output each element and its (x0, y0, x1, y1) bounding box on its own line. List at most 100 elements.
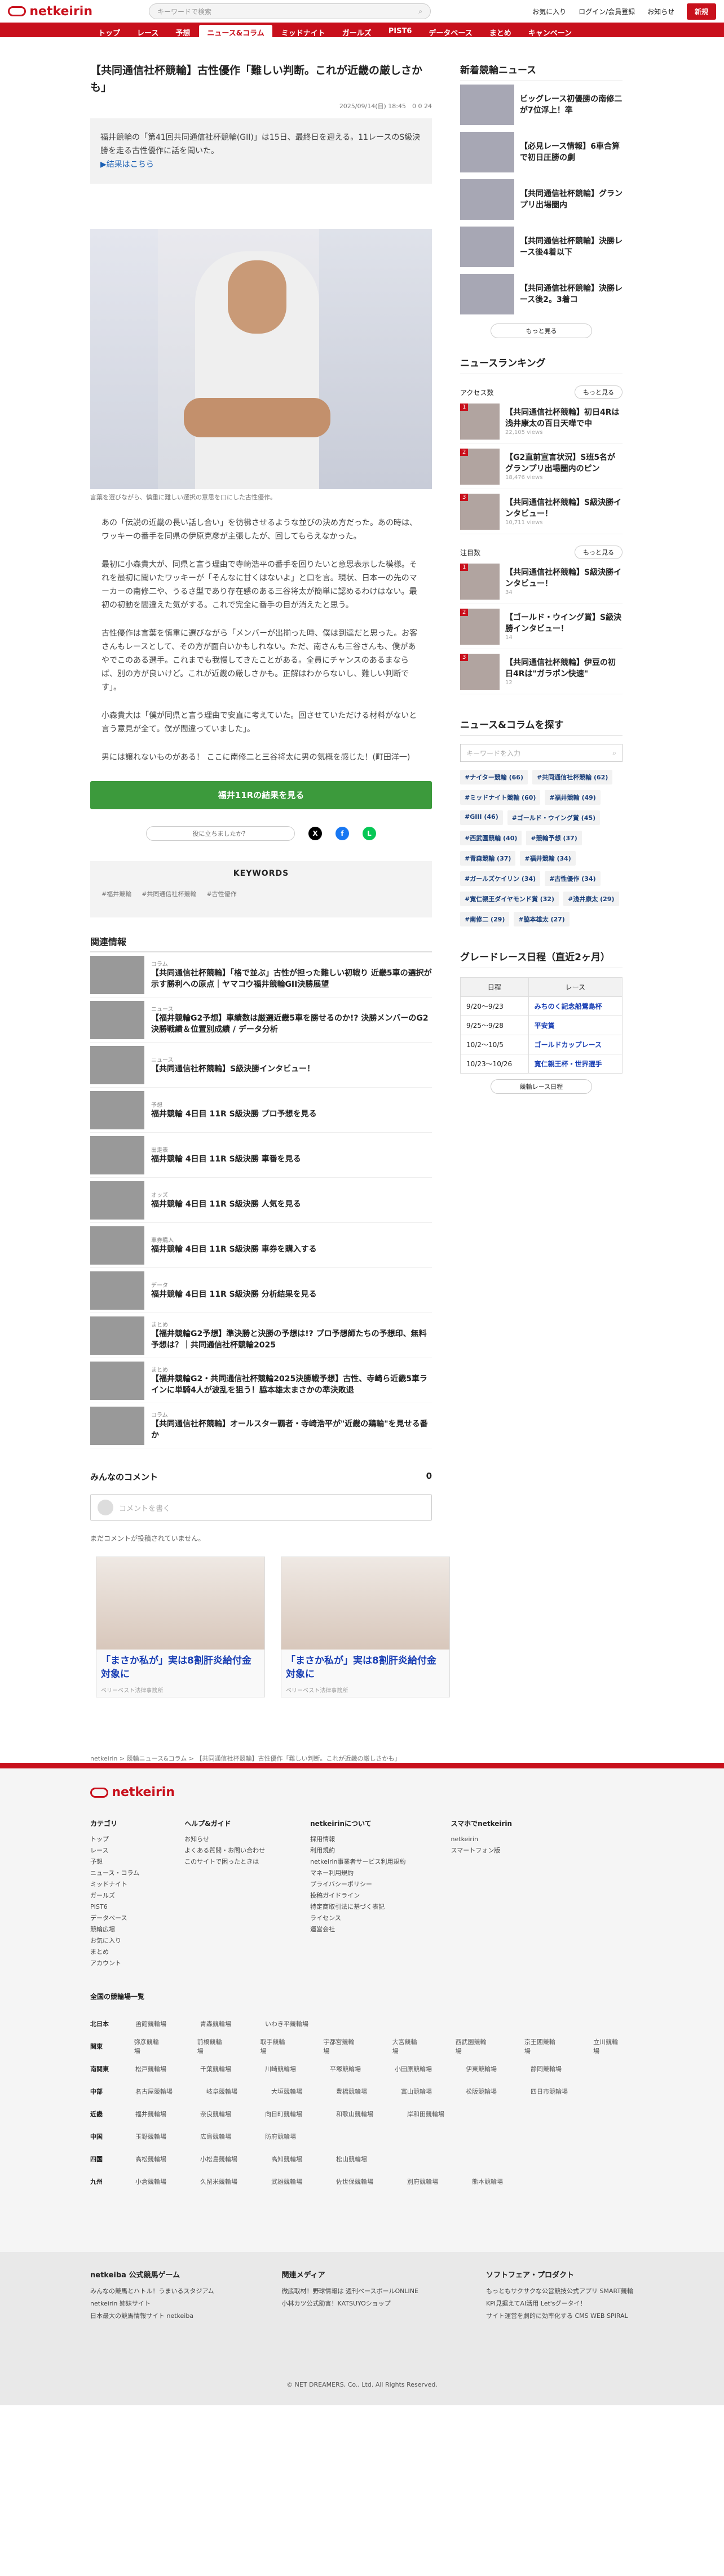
ad-card[interactable]: 「まさか私が」実は8割肝炎給付金対象に ベリーベスト法律事務所 (281, 1557, 450, 1697)
more-news-button[interactable]: もっと見る (491, 323, 592, 338)
velodrome-link[interactable]: 松阪競輪場 (466, 2087, 497, 2096)
keyword-tag[interactable]: #古性優作 (206, 889, 236, 898)
related-title-text[interactable]: 【福井競輪G2予想】準決勝と決勝の予想は!? プロ予想師たちの予想印、無料予想は… (151, 1328, 432, 1351)
ranking-title[interactable]: 【G2直前宣言状況】S班5名がグランプリ出場圏内のピン (505, 452, 623, 475)
ranking-item[interactable]: 2 【ゴールド・ウイング賞】S級決勝インタビュー！ 14 (460, 604, 623, 649)
footer-link[interactable]: お気に入り (90, 1935, 139, 1947)
velodrome-link[interactable]: 豊橋競輪場 (336, 2087, 367, 2096)
related-title-text[interactable]: 【共同通信社杯競輪】オールスター覇者・寺崎浩平が"近畿の鶏輪"を見せる番か (151, 1418, 432, 1441)
related-item[interactable]: 予想 福井競輪 4日目 11R S級決勝 プロ予想を見る (90, 1088, 432, 1133)
velodrome-link[interactable]: 伊東競輪場 (466, 2064, 497, 2073)
tag-link[interactable]: #浅井康太 (29) (563, 892, 619, 906)
ad-title[interactable]: 「まさか私が」実は8割肝炎給付金対象に (96, 1650, 264, 1686)
premium-button[interactable]: 新規 (686, 3, 716, 20)
tag-link[interactable]: #青森競輪 (37) (460, 851, 516, 866)
velodrome-link[interactable]: 佐世保競輪場 (336, 2177, 373, 2186)
footer-link[interactable]: お知らせ (184, 1834, 265, 1845)
helpful-button[interactable]: 役に立ちましたか？ (146, 826, 295, 841)
tag-link[interactable]: #古性優作 (34) (545, 871, 601, 886)
footer-media-link[interactable]: もっともサクサクな公営競技公式アプリ SMART競輪 (486, 2285, 633, 2298)
footer-link[interactable]: netkeirin事業者サービス利用規約 (310, 1856, 405, 1868)
velodrome-link[interactable]: 松山競輪場 (336, 2154, 367, 2163)
grade-race[interactable]: 平安賞 (528, 1016, 623, 1035)
nav-item[interactable]: 予想 (167, 25, 198, 38)
related-item[interactable]: オッズ 福井競輪 4日目 11R S級決勝 人気を見る (90, 1178, 432, 1223)
grade-race[interactable]: ゴールドカップレース (528, 1035, 623, 1054)
footer-link[interactable]: PIST6 (90, 1901, 139, 1913)
related-title-text[interactable]: 福井競輪 4日目 11R S級決勝 プロ予想を見る (151, 1109, 317, 1120)
velodrome-link[interactable]: 別府競輪場 (407, 2177, 438, 2186)
news-title[interactable]: 【共同通信社杯競輪】決勝レース後4着以下 (520, 236, 623, 258)
related-item[interactable]: ニュース 【福井競輪G2予想】車績数は厳選近畿5車を勝せるのか!? 決勝メンバーの… (90, 997, 432, 1043)
velodrome-link[interactable]: 名古屋競輪場 (135, 2087, 173, 2096)
velodrome-link[interactable]: 前橋競輪場 (197, 2037, 227, 2055)
ranking-item[interactable]: 2 【G2直前宣言状況】S班5名がグランプリ出場圏内のピン 18,476 views (460, 444, 623, 489)
footer-media-link[interactable]: 日本最大の競馬情報サイト netkeiba (90, 2310, 214, 2322)
velodrome-link[interactable]: 千葉競輪場 (200, 2064, 231, 2073)
velodrome-link[interactable]: 川崎競輪場 (265, 2064, 296, 2073)
tag-link[interactable]: #ミッドナイト競輪 (60) (460, 790, 541, 805)
velodrome-link[interactable]: 静岡競輪場 (531, 2064, 562, 2073)
nav-item[interactable]: トップ (90, 25, 128, 38)
related-title-text[interactable]: 【共同通信社杯競輪】「格で並ぶ」古性が担った難しい初戦り 近畿5車の選択が示す勝… (151, 968, 432, 990)
velodrome-link[interactable]: 四日市競輪場 (531, 2087, 568, 2096)
ranking-title[interactable]: 【共同通信社杯競輪】S級決勝インタビュー！ (505, 497, 623, 520)
facebook-share-icon[interactable]: f (335, 827, 349, 840)
related-title-text[interactable]: 【福井競輪G2予想】車績数は厳選近畿5車を勝せるのか!? 決勝メンバーのG2決勝… (151, 1013, 432, 1035)
footer-logo[interactable]: netkeirin (90, 1785, 175, 1799)
footer-link[interactable]: レース (90, 1845, 139, 1856)
news-title[interactable]: 【共同通信社杯競輪】グランプリ出場圏内 (520, 188, 623, 211)
related-item[interactable]: コラム 【共同通信社杯競輪】オールスター覇者・寺崎浩平が"近畿の鶏輪"を見せる番か (90, 1403, 432, 1448)
velodrome-link[interactable]: 和歌山競輪場 (336, 2109, 373, 2118)
velodrome-link[interactable]: 熊本競輪場 (472, 2177, 503, 2186)
keyword-tag[interactable]: #福井競輪 (101, 889, 131, 898)
velodrome-link[interactable]: 大垣競輪場 (271, 2087, 302, 2096)
tag-link[interactable]: #ナイター競輪 (66) (460, 770, 528, 784)
velodrome-link[interactable]: 奈良競輪場 (200, 2109, 231, 2118)
tag-link[interactable]: #福井競輪 (49) (545, 790, 601, 805)
tag-link[interactable]: #寛仁親王ダイヤモンド賞 (32) (460, 892, 559, 906)
related-title-text[interactable]: 福井競輪 4日目 11R S級決勝 車番を見る (151, 1154, 301, 1165)
footer-link[interactable]: 利用規約 (310, 1845, 405, 1856)
keyword-tag[interactable]: #共同通信社杯競輪 (142, 889, 196, 898)
related-item[interactable]: コラム 【共同通信社杯競輪】「格で並ぶ」古性が担った難しい初戦り 近畿5車の選択が… (90, 952, 432, 997)
related-title-text[interactable]: 福井競輪 4日目 11R S級決勝 分析結果を見る (151, 1289, 317, 1300)
related-item[interactable]: まとめ 【福井競輪G2・共同通信社杯競輪2025決勝戦予想】古性、寺崎ら近畿5車ラ… (90, 1358, 432, 1403)
ranking-more-button[interactable]: もっと見る (575, 385, 623, 399)
news-item[interactable]: 【共同通信社杯競輪】決勝レース後2。3着コ (460, 271, 623, 318)
footer-link[interactable]: 採用情報 (310, 1834, 405, 1845)
related-item[interactable]: データ 福井競輪 4日目 11R S級決勝 分析結果を見る (90, 1268, 432, 1313)
velodrome-link[interactable]: いわき平競輪場 (265, 2019, 308, 2028)
tag-link[interactable]: #南修二 (29) (460, 912, 510, 926)
news-item[interactable]: ビッグレース初優勝の南修二が7位浮上！準 (460, 81, 623, 128)
footer-link[interactable]: 予想 (90, 1856, 139, 1868)
velodrome-link[interactable]: 小田原競輪場 (395, 2064, 432, 2073)
ranking-item[interactable]: 1 【共同通信社杯競輪】初日4Rは浅井康太の百日天嘩で中 22,105 views (460, 399, 623, 444)
velodrome-link[interactable]: 宇都宮競輪場 (323, 2037, 358, 2055)
related-item[interactable]: ニュース 【共同通信社杯競輪】S級決勝インタビュー！ (90, 1043, 432, 1088)
news-title[interactable]: 【必見レース情報】6車合算で初日圧勝の劇 (520, 141, 623, 163)
velodrome-link[interactable]: 取手競輪場 (261, 2037, 290, 2055)
velodrome-link[interactable]: 小倉競輪場 (135, 2177, 166, 2186)
footer-link[interactable]: 運営会社 (310, 1924, 405, 1935)
footer-media-link[interactable]: みんなの競馬とハトル！うまいるスタジアム (90, 2285, 214, 2298)
grade-race[interactable]: みちのく記念船鶯島杯 (528, 996, 623, 1016)
search-input[interactable]: キーワードで検索 ⌕ (149, 3, 431, 19)
news-title[interactable]: 【共同通信社杯競輪】決勝レース後2。3着コ (520, 283, 623, 305)
footer-link[interactable]: 投稿ガイドライン (310, 1890, 405, 1901)
tag-link[interactable]: #ゴールド・ウイング賞 (45) (507, 810, 601, 825)
ranking-item[interactable]: 3 【共同通信社杯競輪】伊豆の初日4Rは"ガラポン快速" 12 (460, 649, 623, 694)
velodrome-link[interactable]: 久留米競輪場 (200, 2177, 237, 2186)
related-item[interactable]: 出走表 福井競輪 4日目 11R S級決勝 車番を見る (90, 1133, 432, 1178)
related-item[interactable]: 車券購入 福井競輪 4日目 11R S級決勝 車券を購入する (90, 1223, 432, 1268)
ranking-title[interactable]: 【共同通信社杯競輪】初日4Rは浅井康太の百日天嘩で中 (505, 407, 623, 429)
footer-link[interactable]: マネー利用規約 (310, 1868, 405, 1879)
velodrome-link[interactable]: 高知競輪場 (271, 2154, 302, 2163)
velodrome-link[interactable]: 京王閣競輪場 (524, 2037, 559, 2055)
ranking-title[interactable]: 【共同通信社杯競輪】S級決勝インタビュー！ (505, 567, 623, 589)
velodrome-link[interactable]: 函館競輪場 (135, 2019, 166, 2028)
tag-link[interactable]: #西武園競輪 (40) (460, 831, 522, 845)
news-item[interactable]: 【共同通信社杯競輪】グランプリ出場圏内 (460, 176, 623, 223)
footer-link[interactable]: ニュース・コラム (90, 1868, 139, 1879)
footer-link[interactable]: プライバシーポリシー (310, 1879, 405, 1890)
